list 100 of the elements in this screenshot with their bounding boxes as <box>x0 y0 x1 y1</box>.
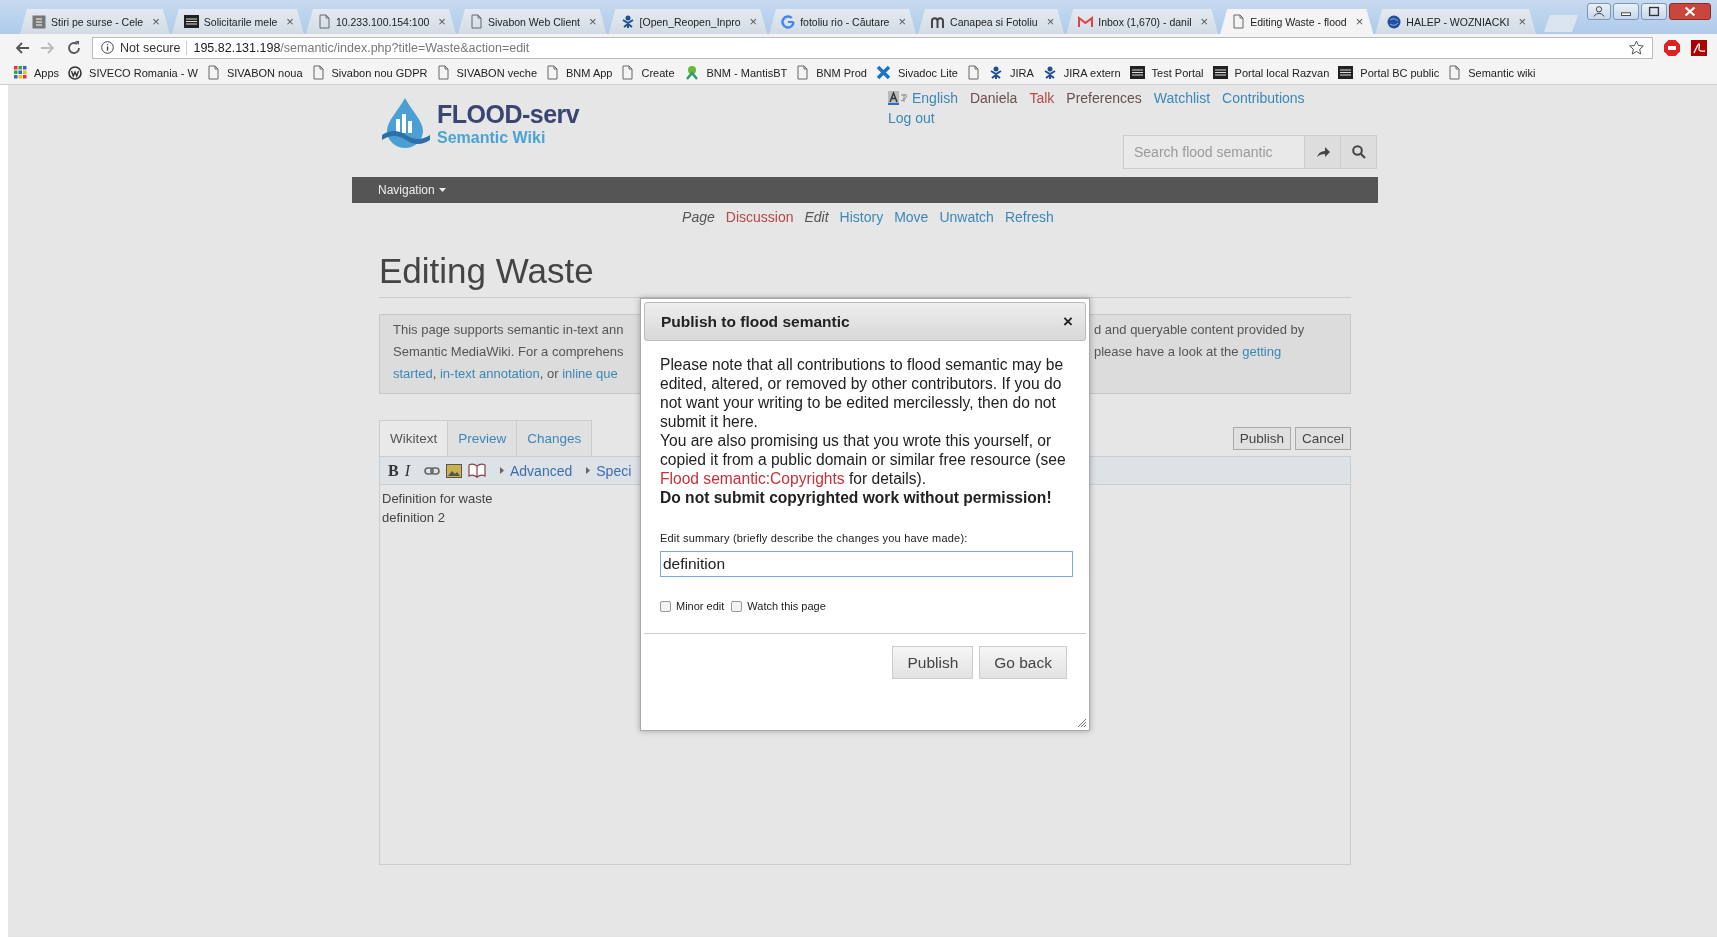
tab-title: HALEP - WOZNIACKI <box>1406 15 1510 28</box>
warning-text: Do not submit copyrighted work without permission! <box>660 488 1053 507</box>
tab-close-button[interactable]: × <box>1200 14 1209 29</box>
form-button[interactable]: Publish <box>1232 426 1291 450</box>
bookmark[interactable]: SIVABON noua <box>226 66 303 79</box>
bookmark[interactable]: Portal local Razvan <box>1234 66 1330 79</box>
bookmark[interactable]: Semantic wiki <box>1468 66 1536 79</box>
tab-title: Stiri pe surse - Cele <box>51 15 144 28</box>
share-arrow-icon <box>1315 146 1330 158</box>
tab-close-button[interactable]: × <box>749 14 758 29</box>
bookmark[interactable]: JIRA <box>1009 66 1034 79</box>
browser-tab[interactable]: 10.233.100.154:100 × <box>305 9 456 34</box>
info-text: d and queryable content provided by <box>1094 321 1306 339</box>
water-drop-logo-icon <box>381 97 431 149</box>
back-icon[interactable] <box>14 39 30 56</box>
browser-tab[interactable]: [Open_Reopen_Inpro × <box>608 9 768 34</box>
bookmark[interactable]: Portal BC public <box>1360 66 1440 79</box>
editor-tab[interactable]: Wikitext <box>379 420 449 456</box>
tab-close-button[interactable]: × <box>589 14 597 29</box>
checkbox-label: Minor edit <box>676 599 725 614</box>
bookmark[interactable]: SIVABON veche <box>456 66 537 79</box>
italic-button[interactable]: I <box>404 461 410 480</box>
maximize-icon[interactable] <box>1641 3 1667 20</box>
browser-tab[interactable]: fotoliu rio - Căutare × <box>769 9 917 34</box>
tab-title: [Open_Reopen_Inpro <box>639 15 741 28</box>
profile-icon[interactable] <box>1587 3 1611 20</box>
page-icon <box>966 65 980 80</box>
tab-close-button[interactable]: × <box>1355 14 1364 29</box>
search-button[interactable] <box>1341 135 1377 169</box>
bookmark[interactable]: Apps <box>34 66 60 79</box>
close-button[interactable]: × <box>1063 311 1073 332</box>
tab-title: Sivabon Web Client <box>487 15 580 28</box>
bookmark[interactable]: Create <box>641 66 675 79</box>
link[interactable]: Flood semantic:Copyrights <box>660 470 845 487</box>
bookmark[interactable]: BNM Prod <box>816 66 867 79</box>
bookmark[interactable]: BNM App <box>566 66 613 79</box>
page-action-link[interactable]: Page <box>682 209 715 239</box>
browser-tab[interactable]: Stiri pe surse - Cele × <box>20 9 170 34</box>
page-action-link[interactable]: Edit <box>804 209 829 239</box>
ibm-icon <box>1212 66 1228 79</box>
browser-tab[interactable]: Editing Waste - flood × <box>1220 9 1374 34</box>
mantis-icon <box>683 65 700 80</box>
book-icon[interactable] <box>468 463 486 478</box>
page-icon <box>1232 14 1246 29</box>
image-icon[interactable] <box>446 463 462 478</box>
page-icon <box>1448 65 1462 80</box>
navigation-menu[interactable]: Navigation <box>378 183 446 197</box>
page-action-link[interactable]: Discussion <box>725 209 794 239</box>
logo-subtitle: Semantic Wiki <box>437 128 547 147</box>
minimize-icon[interactable] <box>1613 3 1639 20</box>
bookmark[interactable]: BNM - MantisBT <box>706 66 788 79</box>
bookmark[interactable]: Sivabon nou GDPR <box>331 66 428 79</box>
bookmark[interactable]: Test Portal <box>1151 66 1204 79</box>
close-icon[interactable] <box>1669 3 1711 20</box>
search-field[interactable]: Search flood semantic <box>1123 135 1305 169</box>
tab-close-button[interactable]: × <box>1046 14 1055 29</box>
browser-tab[interactable]: HALEP - WOZNIACKI × <box>1375 9 1536 34</box>
notice-text: Please note that all contributions to flood semantic may be edited, altered, or removed by other contributors. If you do not want your writing to be edited mercilessly, then do not submit it here. <box>660 355 1065 431</box>
url-path: /semantic/index.php?title=Waste&action=edit <box>280 40 530 55</box>
page-icon <box>546 65 559 80</box>
bold-button[interactable]: B <box>388 461 399 480</box>
user-link[interactable]: Talk <box>1029 90 1055 106</box>
user-link[interactable]: Preferences <box>1066 90 1142 106</box>
adblock-icon[interactable] <box>1663 38 1681 57</box>
address-bar[interactable]: Not secure 195.82.131.198/semantic/index.php?title=Waste&action=edit <box>92 36 1653 59</box>
reload-icon[interactable] <box>66 39 82 56</box>
tab-close-button[interactable]: × <box>1518 14 1526 29</box>
checkbox[interactable] <box>660 601 671 612</box>
tab-close-button[interactable]: × <box>286 14 294 29</box>
dialog-button[interactable]: Go back <box>979 646 1067 679</box>
summary-input-field[interactable]: definition <box>660 551 1073 577</box>
m-letter-icon <box>930 14 946 29</box>
page-icon <box>436 65 450 80</box>
form-button[interactable]: Cancel <box>1294 426 1351 450</box>
bookmark[interactable]: SIVECO Romania - W <box>89 66 198 79</box>
checkbox-label: Watch this page <box>747 599 826 614</box>
logo-title: FLOOD-serv <box>437 99 580 129</box>
bookmark[interactable]: JIRA extern <box>1063 66 1121 79</box>
user-link[interactable]: Daniela <box>969 90 1018 106</box>
pdf-icon[interactable] <box>1691 39 1707 56</box>
chain-link-icon[interactable] <box>424 465 440 476</box>
caret-icon <box>438 188 446 192</box>
browser-tab[interactable]: Inbox (1,670) - danil × <box>1066 9 1219 34</box>
toolbar-section[interactable]: Speci <box>586 462 632 479</box>
browser-tab[interactable]: Sivabon Web Client × <box>457 9 607 34</box>
tab-close-button[interactable]: × <box>152 14 160 29</box>
tab-close-button[interactable]: × <box>438 14 446 29</box>
bookmark[interactable]: Sivadoc Lite <box>897 66 958 79</box>
browser-tab[interactable]: Solicitarile mele × <box>171 9 304 34</box>
page-icon <box>317 14 331 29</box>
resize-grip-icon <box>1077 718 1087 728</box>
dialog-button[interactable]: Publish <box>892 646 974 679</box>
go-button[interactable] <box>1305 135 1341 169</box>
toolbar-section[interactable]: Advanced <box>500 462 573 479</box>
triangle-icon <box>586 467 591 474</box>
checkbox[interactable] <box>731 601 743 612</box>
tab-title: fotoliu rio - Căutare <box>800 15 890 28</box>
star-icon[interactable] <box>1629 40 1644 55</box>
tab-close-button[interactable]: × <box>898 14 907 29</box>
browser-tab[interactable]: Canapea si Fotoliu × <box>918 9 1065 34</box>
